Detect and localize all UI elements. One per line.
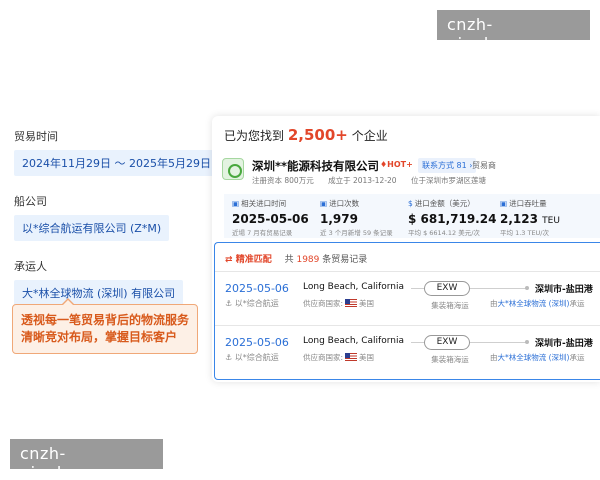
us-flag-icon (345, 353, 358, 361)
list-icon: ▣ (320, 199, 328, 208)
company-capital: 注册资本 800万元 (252, 176, 314, 185)
record-carrier: ⚓ 以*综合航运 (225, 299, 279, 308)
stat-last-import: ▣ 相关进口时间 2025-05-06 近場 7 月有贸易记录 (232, 199, 309, 237)
contact-button[interactable]: 联系方式 81 › (418, 158, 477, 173)
stats-bar: ▣ 相关进口时间 2025-05-06 近場 7 月有贸易记录 ▣ 进口次数 1,9… (224, 194, 600, 238)
record-origin: Long Beach, California (303, 282, 404, 292)
ship-icon: ⚓ (225, 299, 233, 308)
results-panel: 已为您找到 2,500+ 个企业 深圳**能源科技有限公司 ♦HOT+ 联系方式… (212, 116, 600, 382)
results-number: 2,500+ (287, 126, 348, 144)
filter-panel: 贸易时间 2024年11月29日 ～ 2025年5月29日 船公司 以*综合航运… (14, 128, 219, 323)
hot-badge: ♦HOT+ (380, 160, 413, 169)
trade-terms: EXW (424, 281, 470, 296)
carrier-chip[interactable]: 大*林全球物流 (深圳) 有限公司 (14, 280, 184, 306)
record-carrier: ⚓ 以*综合航运 (225, 353, 279, 362)
record-row[interactable]: 2025-05-06 ⚓ 以*综合航运 Long Beach, Californ… (215, 327, 600, 373)
record-date: 2025-05-06 (225, 336, 289, 349)
carrier-label: 承运人 (14, 260, 47, 273)
watermark-bottom: cnzh-pingbo.com (10, 439, 163, 480)
results-count: 已为您找到 2,500+ 个企业 (224, 126, 388, 144)
company-card[interactable]: 深圳**能源科技有限公司 ♦HOT+ 联系方式 81 › 贸易商 注册资本 80… (222, 156, 600, 188)
records-header: ⇄ 精准匹配 共 1989 条贸易记录 (225, 252, 367, 265)
company-founded: 成立于 2013-12-20 (328, 176, 397, 185)
company-logo (222, 158, 244, 180)
stat-import-count: ▣ 进口次数 1,979 近 3 个月新增 59 条记录 (320, 199, 393, 237)
company-meta: 注册资本 800万元 成立于 2013-12-20 位于深圳市罗湖区莲塘 (252, 175, 498, 186)
divider (215, 325, 600, 326)
feature-callout: 透视每一笔贸易背后的物流服务 清晰竞对布局，掌握目标客户 (12, 298, 198, 354)
stat-throughput: ▣ 进口吞吐量 2,123 TEU 平均 1.3 TEU/次 (500, 199, 560, 237)
callout-line-1: 透视每一笔贸易背后的物流服务 (21, 313, 190, 327)
trade-records: ⇄ 精准匹配 共 1989 条贸易记录 2025-05-06 ⚓ 以*综合航运 … (214, 242, 600, 380)
us-flag-icon (345, 299, 358, 307)
container-icon: ▣ (500, 199, 508, 208)
results-suffix: 个企业 (351, 129, 388, 143)
callout-line-2: 清晰竞对布局，掌握目标客户 (21, 330, 178, 344)
trade-terms: EXW (424, 335, 470, 350)
record-country: 供应商国家: 美国 (303, 353, 375, 362)
transport-mode: 集装箱海运 (431, 301, 469, 310)
record-destination: 深圳市-盐田港 (535, 339, 593, 349)
trade-time-label: 贸易时间 (14, 130, 58, 143)
record-forwarder: 由大*林全球物流 (深圳)承运 (490, 353, 585, 362)
stat-import-amount: $ 进口金额（美元） $ 681,719.24 平均 $ 6614.12 美元/次 (408, 199, 497, 237)
record-origin: Long Beach, California (303, 336, 404, 346)
trade-time-chip[interactable]: 2024年11月29日 ～ 2025年5月29日 (14, 150, 219, 176)
record-forwarder: 由大*林全球物流 (深圳)承运 (490, 299, 585, 308)
watermark-top: cnzh-pingbo.com (437, 10, 590, 53)
company-name[interactable]: 深圳**能源科技有限公司 (252, 158, 379, 174)
results-prefix: 已为您找到 (224, 129, 285, 143)
shipping-company-label: 船公司 (14, 195, 47, 208)
record-country: 供应商国家: 美国 (303, 299, 375, 308)
trade-type-tag: 贸易商 (472, 161, 496, 170)
record-date: 2025-05-06 (225, 282, 289, 295)
transport-mode: 集装箱海运 (431, 355, 469, 364)
record-destination: 深圳市-盐田港 (535, 285, 593, 295)
records-total: 共 1989 条贸易记录 (284, 255, 368, 265)
company-location: 位于深圳市罗湖区莲塘 (410, 176, 486, 185)
divider (215, 271, 600, 272)
dollar-icon: $ (408, 199, 413, 208)
ship-icon: ⚓ (225, 353, 233, 362)
shipping-company-chip[interactable]: 以*综合航运有限公司 (Z*M) (14, 215, 170, 241)
match-label: ⇄ 精准匹配 (225, 255, 272, 265)
calendar-icon: ▣ (232, 199, 240, 208)
record-row[interactable]: 2025-05-06 ⚓ 以*综合航运 Long Beach, Californ… (215, 273, 600, 319)
